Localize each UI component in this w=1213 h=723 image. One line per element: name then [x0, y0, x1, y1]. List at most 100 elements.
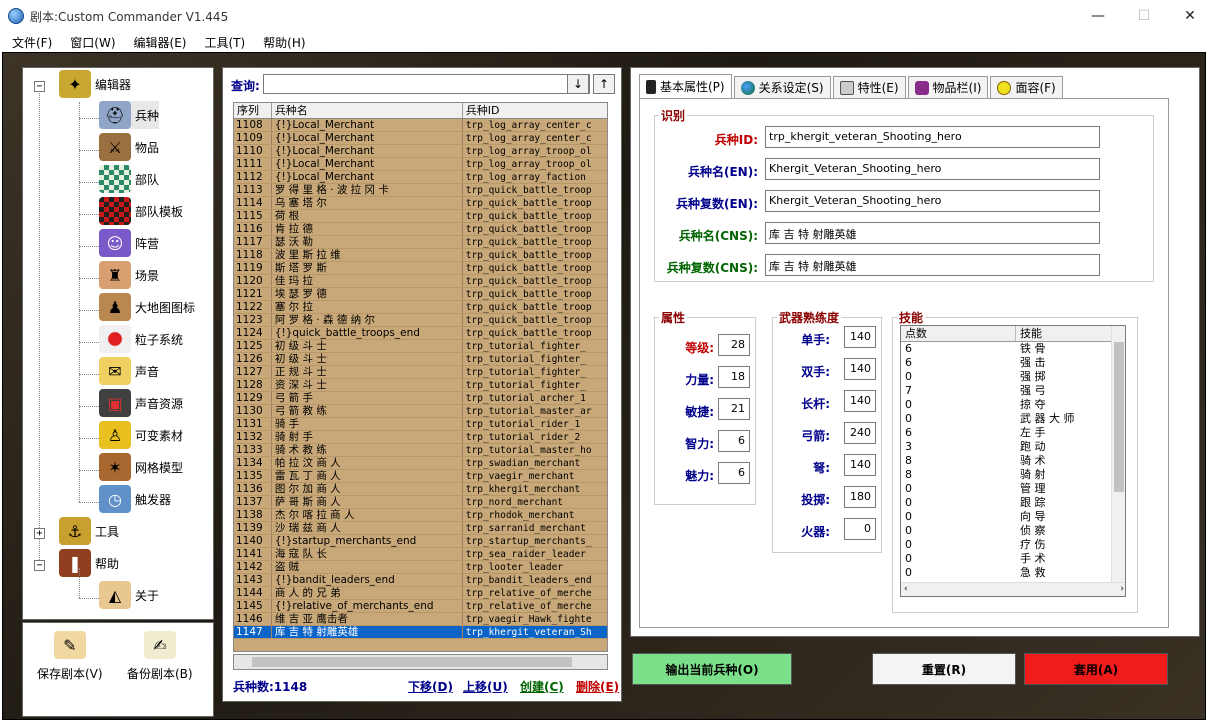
table-row[interactable]: 1115 荷 根 trp_quick_battle_troop [234, 210, 607, 223]
list-item[interactable]: 0 疗 伤 [901, 538, 1125, 552]
minimize-button[interactable]: — [1075, 0, 1121, 32]
list-item[interactable]: 0 掠 夺 [901, 398, 1125, 412]
tree-item-variable-materials[interactable]: ♙ 可变素材 [99, 421, 183, 449]
level-input[interactable]: 28 [718, 334, 750, 356]
table-row[interactable]: 1124 {!}quick_battle_troops_end trp_quick_… [234, 327, 607, 340]
tree-item-meshes[interactable]: ✶ 网格模型 [99, 453, 183, 481]
table-row[interactable]: 1116 肯 拉 德 trp_quick_battle_troop [234, 223, 607, 236]
list-item[interactable]: 3 跑 动 [901, 440, 1125, 454]
scroll-right-icon[interactable]: › [1120, 583, 1124, 596]
plural-en-input[interactable]: Khergit_Veteran_Shooting_hero [765, 190, 1100, 212]
menu-help[interactable]: 帮助(H) [257, 34, 311, 51]
tree-item-parties[interactable]: 部队 [99, 165, 159, 193]
throwing-input[interactable]: 180 [844, 486, 876, 508]
list-item[interactable]: 0 手 术 [901, 552, 1125, 566]
table-row[interactable]: 1126 初 级 斗 士 trp_tutorial_fighter_ [234, 353, 607, 366]
strength-input[interactable]: 18 [718, 366, 750, 388]
list-item[interactable]: 0 武 器 大 师 [901, 412, 1125, 426]
tab-inventory[interactable]: 物品栏(I) [907, 76, 989, 98]
table-row[interactable]: 1125 初 级 斗 士 trp_tutorial_fighter_ [234, 340, 607, 353]
editor-collapse-icon[interactable]: − [34, 81, 45, 92]
search-down-button[interactable]: ↓ [567, 74, 589, 94]
reset-button[interactable]: 重置(R) [872, 653, 1016, 685]
table-row[interactable]: 1141 海 寇 队 长 trp_sea_raider_leader [234, 548, 607, 561]
table-row[interactable]: 1108 {!}Local_Merchant trp_log_array_cente… [234, 119, 607, 132]
table-row[interactable]: 1134 帕 拉 汶 商 人 trp_swadian_merchant [234, 457, 607, 470]
apply-button[interactable]: 套用(A) [1024, 653, 1168, 685]
export-troop-button[interactable]: 输出当前兵种(O) [632, 653, 792, 685]
col-name[interactable]: 兵种名 [272, 103, 463, 118]
tree-item-sounds[interactable]: ✉ 声音 [99, 357, 159, 385]
menu-file[interactable]: 文件(F) [6, 34, 58, 51]
tree-item-factions[interactable]: ☺ 阵营 [99, 229, 159, 257]
table-row[interactable]: 1140 {!}startup_merchants_end trp_startup_… [234, 535, 607, 548]
list-item[interactable]: 8 骑 射 [901, 468, 1125, 482]
table-row[interactable]: 1112 {!}Local_Merchant trp_log_array_facti… [234, 171, 607, 184]
table-row[interactable]: 1120 佳 玛 拉 trp_quick_battle_troop [234, 275, 607, 288]
move-up-link[interactable]: 上移(U) [463, 678, 508, 695]
tree-item-party-templates[interactable]: 部队模板 [99, 197, 183, 225]
list-item[interactable]: 0 向 导 [901, 510, 1125, 524]
table-row[interactable]: 1133 骑 术 教 练 trp_tutorial_master_ho [234, 444, 607, 457]
skills-vscroll[interactable] [1111, 326, 1125, 582]
tree-item-troops[interactable]: ⛑ 兵种 [99, 101, 160, 129]
tree-item-scenes[interactable]: ♜ 场景 [99, 261, 159, 289]
archery-input[interactable]: 240 [844, 422, 876, 444]
list-item[interactable]: 6 左 手 [901, 426, 1125, 440]
table-row[interactable]: 1113 罗 得 里 格 · 波 拉 冈 卡 trp_quick_battle_tr… [234, 184, 607, 197]
table-row[interactable]: 1138 杰 尔 喀 拉 商 人 trp_rhodok_merchant [234, 509, 607, 522]
list-item[interactable]: 6 铁 骨 [901, 342, 1125, 356]
intelligence-input[interactable]: 6 [718, 430, 750, 452]
agility-input[interactable]: 21 [718, 398, 750, 420]
table-row[interactable]: 1114 乌 塞 塔 尔 trp_quick_battle_troop [234, 197, 607, 210]
tab-relations[interactable]: 关系设定(S) [733, 76, 831, 98]
menu-tools[interactable]: 工具(T) [198, 34, 251, 51]
name-en-input[interactable]: Khergit_Veteran_Shooting_hero [765, 158, 1100, 180]
col-id[interactable]: 兵种ID [463, 103, 607, 118]
menu-editor[interactable]: 编辑器(E) [128, 34, 193, 51]
skills-hscroll[interactable]: ‹ › [901, 582, 1125, 596]
list-item[interactable]: 0 侦 察 [901, 524, 1125, 538]
table-row[interactable]: 1143 {!}bandit_leaders_end trp_bandit_lead… [234, 574, 607, 587]
plural-cns-input[interactable]: 库 吉 特 射雕英雄 [765, 254, 1100, 276]
help-collapse-icon[interactable]: − [34, 560, 45, 571]
table-row[interactable]: 1142 盗 贼 trp_looter_leader [234, 561, 607, 574]
charisma-input[interactable]: 6 [718, 462, 750, 484]
tree-item-sound-resources[interactable]: ▣ 声音资源 [99, 389, 183, 417]
list-item[interactable]: 7 强 弓 [901, 384, 1125, 398]
move-down-link[interactable]: 下移(D) [408, 678, 453, 695]
list-item[interactable]: 0 管 理 [901, 482, 1125, 496]
troop-table-hscroll[interactable] [233, 654, 608, 670]
table-row[interactable]: 1137 萨 哥 斯 商 人 trp_nord_merchant [234, 496, 607, 509]
search-up-button[interactable]: ↑ [593, 74, 615, 94]
firearm-input[interactable]: 0 [844, 518, 876, 540]
table-row[interactable]: 1111 {!}Local_Merchant trp_log_array_troop… [234, 158, 607, 171]
tree-item-triggers[interactable]: ◷ 触发器 [99, 485, 171, 513]
table-row[interactable]: 1121 埃 瑟 罗 德 trp_quick_battle_troop [234, 288, 607, 301]
table-row[interactable]: 1146 维 吉 亚 鹰击者 trp_vaegir_Hawk_fighte [234, 613, 607, 626]
crossbow-input[interactable]: 140 [844, 454, 876, 476]
tree-tools[interactable]: ⚓ 工具 [59, 517, 119, 545]
query-input[interactable] [263, 74, 590, 94]
delete-link[interactable]: 删除(E) [576, 678, 619, 695]
name-cns-input[interactable]: 库 吉 特 射雕英雄 [765, 222, 1100, 244]
tree-help[interactable]: ❚ 帮助 [59, 549, 119, 577]
list-item[interactable]: 8 骑 术 [901, 454, 1125, 468]
polearm-input[interactable]: 140 [844, 390, 876, 412]
table-row[interactable]: 1144 商 人 的 兄 弟 trp_relative_of_merche [234, 587, 607, 600]
list-item[interactable]: 0 强 掷 [901, 370, 1125, 384]
tree-editor[interactable]: ✦ 编辑器 [59, 70, 131, 98]
table-row[interactable]: 1118 波 里 斯 拉 维 trp_quick_battle_troop [234, 249, 607, 262]
create-link[interactable]: 创建(C) [520, 678, 564, 695]
table-row[interactable]: 1110 {!}Local_Merchant trp_log_array_troop… [234, 145, 607, 158]
tree-item-map-icons[interactable]: ♟ 大地图图标 [99, 293, 195, 321]
table-row[interactable]: 1145 {!}relative_of_merchants_end trp_rela… [234, 600, 607, 613]
col-index[interactable]: 序列 [234, 103, 272, 118]
save-script-button[interactable]: ✎ 保存剧本(V) [37, 631, 103, 682]
troop-id-input[interactable]: trp_khergit_veteran_Shooting_hero [765, 126, 1100, 148]
table-row[interactable]: 1132 骑 射 手 trp_tutorial_rider_2 [234, 431, 607, 444]
table-row[interactable]: 1122 塞 尔 拉 trp_quick_battle_troop [234, 301, 607, 314]
table-row[interactable]: 1131 骑 手 trp_tutorial_rider_1 [234, 418, 607, 431]
tree-item-items[interactable]: ⚔ 物品 [99, 133, 159, 161]
table-row[interactable]: 1130 弓 箭 教 练 trp_tutorial_master_ar [234, 405, 607, 418]
